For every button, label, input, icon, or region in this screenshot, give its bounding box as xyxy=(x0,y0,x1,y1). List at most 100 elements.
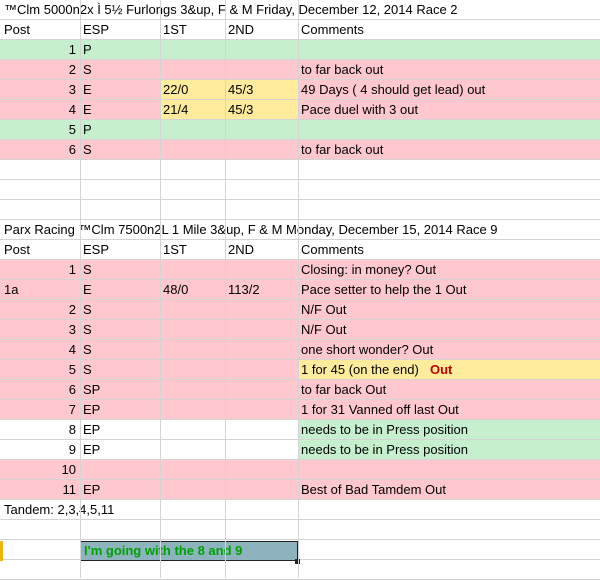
second-call[interactable]: 45/3 xyxy=(228,80,253,99)
cell-fill xyxy=(0,460,600,479)
esp-value[interactable]: S xyxy=(83,300,92,319)
column-gridline xyxy=(160,0,161,578)
race1-row: 3 E 22/0 45/3 49 Days ( 4 should get lead) o… xyxy=(0,80,600,100)
post-number[interactable]: 6 xyxy=(0,380,76,399)
header-2nd[interactable]: 2ND xyxy=(228,240,254,259)
comment-text[interactable]: Pace duel with 3 out xyxy=(301,100,418,119)
esp-value[interactable]: E xyxy=(83,80,92,99)
post-number[interactable]: 2 xyxy=(0,300,76,319)
race2-title-row: Parx Racing ™Clm 7500n2L 1 Mile 3&up, F … xyxy=(0,220,600,240)
empty-row xyxy=(0,520,600,540)
esp-value[interactable]: S xyxy=(83,60,92,79)
race2-row: 5S 1 for 45 (on the end) Out xyxy=(0,360,600,380)
race2-row: 2 S N/F Out xyxy=(0,300,600,320)
race1-title-row: ™Clm 5000n2x Ì 5½ Furlongs 3&up, F & M F… xyxy=(0,0,600,20)
race2-row: 1a E 48/0 113/2 Pace setter to help the 1 Ou… xyxy=(0,280,600,300)
header-comments[interactable]: Comments xyxy=(301,20,364,39)
empty-row xyxy=(0,560,600,580)
first-call[interactable]: 22/0 xyxy=(163,80,188,99)
esp-value[interactable]: S xyxy=(83,260,92,279)
esp-value[interactable]: P xyxy=(83,120,92,139)
race2-row: 3 S N/F Out xyxy=(0,320,600,340)
esp-value[interactable]: P xyxy=(83,40,92,59)
esp-value[interactable]: EP xyxy=(83,420,100,439)
header-esp[interactable]: ESP xyxy=(83,20,109,39)
post-number[interactable]: 4 xyxy=(0,100,76,119)
post-number[interactable]: 11 xyxy=(0,480,77,499)
post-number[interactable]: 4 xyxy=(0,340,76,359)
second-call[interactable]: 113/2 xyxy=(228,280,260,299)
post-number[interactable]: 6 xyxy=(0,140,76,159)
race1-title[interactable]: ™Clm 5000n2x Ì 5½ Furlongs 3&up, F & M F… xyxy=(4,0,458,19)
esp-value[interactable]: S xyxy=(83,360,92,379)
comment-text[interactable]: to far back Out xyxy=(301,380,386,399)
race1-header-row: Post ESP 1ST 2ND Comments xyxy=(0,20,600,40)
post-number[interactable]: 7 xyxy=(0,400,76,419)
post-number[interactable]: 1 xyxy=(0,40,76,59)
post-number[interactable]: 8 xyxy=(0,420,76,439)
comment-text[interactable]: 1 for 45 (on the end) xyxy=(301,360,419,379)
post-number[interactable]: 10 xyxy=(0,460,76,479)
comment-text[interactable]: 49 Days ( 4 should get lead) out xyxy=(301,80,485,99)
race2-row: 10 xyxy=(0,460,600,480)
race2-row: 1 S Closing: in money? Out xyxy=(0,260,600,280)
column-gridline xyxy=(80,0,81,578)
post-number[interactable]: 9 xyxy=(0,440,76,459)
post-number[interactable]: 1 xyxy=(0,260,76,279)
race2-row: 7 EP 1 for 31 Vanned off last Out xyxy=(0,400,600,420)
post-number[interactable]: 3 xyxy=(0,80,76,99)
empty-row xyxy=(0,160,600,180)
race1-row: 1P xyxy=(0,40,600,60)
first-call[interactable]: 48/0 xyxy=(163,280,188,299)
esp-value[interactable]: SP xyxy=(83,380,100,399)
header-esp[interactable]: ESP xyxy=(83,240,109,259)
race2-row: 9 EP needs to be in Press position xyxy=(0,440,600,460)
post-number[interactable]: 5 xyxy=(0,360,76,379)
comment-text[interactable]: to far back out xyxy=(301,140,383,159)
esp-value[interactable]: EP xyxy=(83,440,100,459)
esp-value[interactable]: EP xyxy=(83,400,100,419)
header-1st[interactable]: 1ST xyxy=(163,240,187,259)
first-call[interactable]: 21/4 xyxy=(163,100,188,119)
comment-text[interactable]: N/F Out xyxy=(301,320,347,339)
race2-row: 6 SP to far back Out xyxy=(0,380,600,400)
race1-row: 4 E 21/4 45/3 Pace duel with 3 out xyxy=(0,100,600,120)
esp-value[interactable]: E xyxy=(83,280,92,299)
tandem-row: Tandem: 2,3,4,5,11 xyxy=(0,500,600,520)
header-1st[interactable]: 1ST xyxy=(163,20,187,39)
header-post[interactable]: Post xyxy=(4,20,30,39)
comment-text[interactable]: one short wonder? Out xyxy=(301,340,433,359)
post-number[interactable]: 5 xyxy=(0,120,76,139)
row-selection-indicator xyxy=(0,541,3,561)
comment-text[interactable]: 1 for 31 Vanned off last Out xyxy=(301,400,459,419)
header-post[interactable]: Post xyxy=(4,240,30,259)
post-number[interactable]: 3 xyxy=(0,320,76,339)
tandem-text[interactable]: Tandem: 2,3,4,5,11 xyxy=(4,500,114,519)
comment-text[interactable]: Closing: in money? Out xyxy=(301,260,436,279)
post-number[interactable]: 2 xyxy=(0,60,76,79)
esp-value[interactable]: EP xyxy=(83,480,100,499)
empty-row xyxy=(0,180,600,200)
comment-text[interactable]: N/F Out xyxy=(301,300,347,319)
spreadsheet-grid[interactable]: ™Clm 5000n2x Ì 5½ Furlongs 3&up, F & M F… xyxy=(0,0,600,580)
second-call[interactable]: 45/3 xyxy=(228,100,253,119)
column-gridline xyxy=(225,0,226,578)
comment-text[interactable]: needs to be in Press position xyxy=(301,440,468,459)
race2-row: 11 EP Best of Bad Tamdem Out xyxy=(0,480,600,500)
header-2nd[interactable]: 2ND xyxy=(228,20,254,39)
empty-row xyxy=(0,200,600,220)
esp-value[interactable]: E xyxy=(83,100,92,119)
race2-title[interactable]: Parx Racing ™Clm 7500n2L 1 Mile 3&up, F … xyxy=(4,220,498,239)
esp-value[interactable]: S xyxy=(83,340,92,359)
race1-row: 2 Sto far back out xyxy=(0,60,600,80)
header-comments[interactable]: Comments xyxy=(301,240,364,259)
selected-note-cell[interactable]: I'm going with the 8 and 9 xyxy=(80,541,298,561)
comment-text[interactable]: Best of Bad Tamdem Out xyxy=(301,480,446,499)
comment-text[interactable]: needs to be in Press position xyxy=(301,420,468,439)
race1-row: 5P xyxy=(0,120,600,140)
comment-text[interactable]: Pace setter to help the 1 Out xyxy=(301,280,467,299)
comment-text[interactable]: to far back out xyxy=(301,60,383,79)
post-number[interactable] xyxy=(0,280,76,299)
esp-value[interactable]: S xyxy=(83,320,92,339)
esp-value[interactable]: S xyxy=(83,140,92,159)
